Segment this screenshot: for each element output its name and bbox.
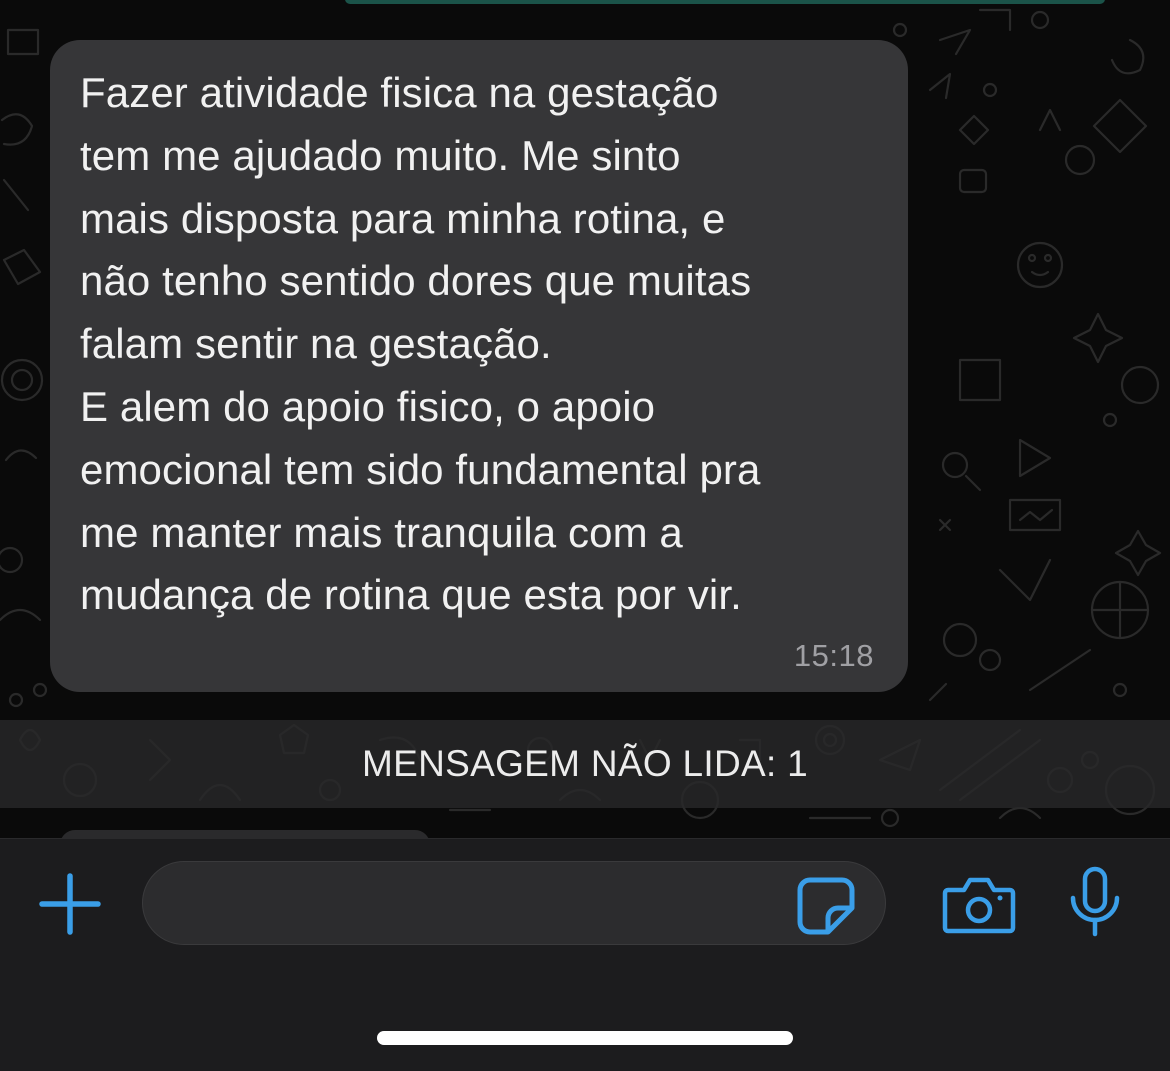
message-timestamp: 15:18: [793, 638, 874, 673]
camera-icon[interactable]: [942, 876, 1016, 934]
message-bubble[interactable]: Fazer atividade fisica na gestação tem m…: [50, 40, 908, 692]
sticker-icon[interactable]: [796, 876, 856, 936]
plus-icon[interactable]: [36, 870, 104, 938]
previous-message-edge: [345, 0, 1105, 4]
home-indicator[interactable]: [377, 1031, 793, 1045]
next-message-bubble-edge: [60, 830, 430, 838]
microphone-icon[interactable]: [1068, 866, 1122, 938]
unread-banner-label: MENSAGEM NÃO LIDA: 1: [362, 743, 808, 784]
chat-area: Fazer atividade fisica na gestação tem m…: [0, 0, 1170, 838]
message-text: Fazer atividade fisica na gestação tem m…: [80, 69, 761, 619]
unread-messages-banner: MENSAGEM NÃO LIDA: 1: [0, 720, 1170, 808]
message-input[interactable]: [142, 861, 886, 945]
